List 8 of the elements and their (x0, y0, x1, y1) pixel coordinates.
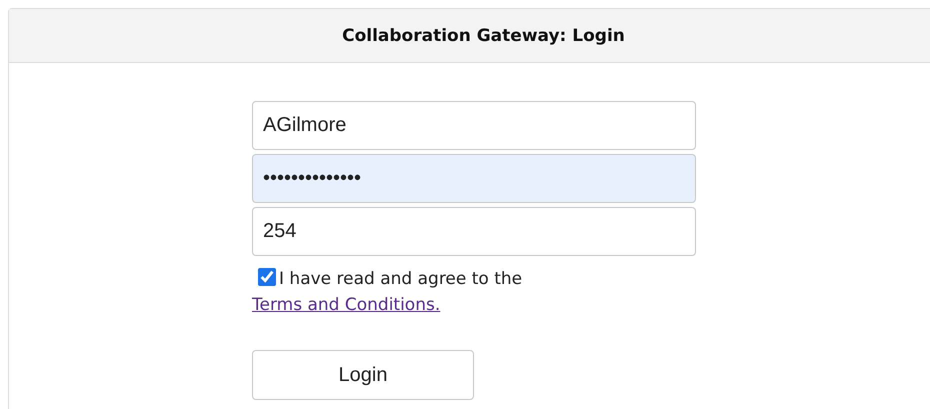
agree-checkbox[interactable] (258, 268, 276, 286)
input-field[interactable]: 254 (252, 207, 696, 256)
input-field[interactable]: AGilmore (252, 101, 696, 150)
page-title: Collaboration Gateway: Login (342, 26, 625, 46)
terms-link[interactable]: Terms and Conditions. (252, 295, 440, 315)
agreement-text: I have read and agree to the (279, 268, 522, 291)
login-button[interactable]: Login (252, 350, 474, 400)
input-field[interactable]: •••••••••••••• (252, 154, 696, 203)
